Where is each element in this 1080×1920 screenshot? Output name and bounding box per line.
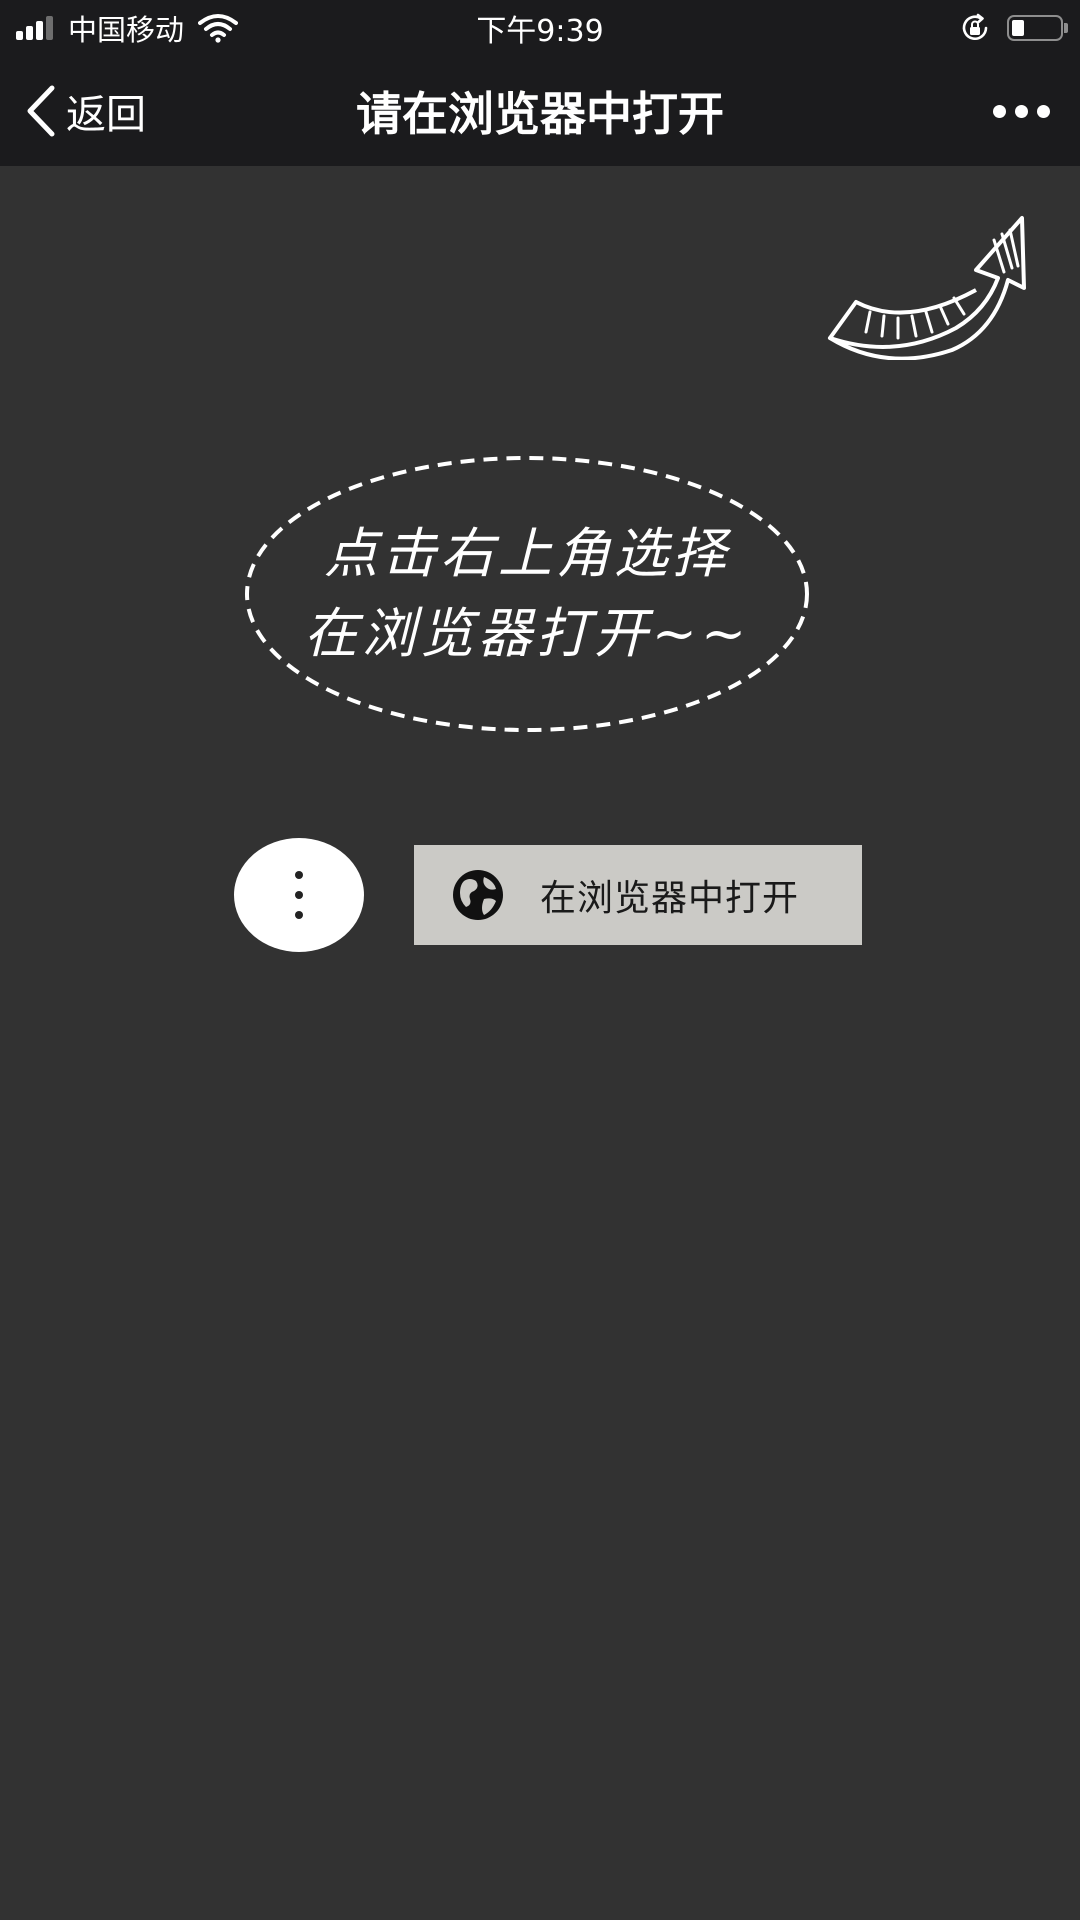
instruction-line-1: 点击右上角选择 xyxy=(324,522,730,585)
instruction-line-2: 在浏览器打开~~ xyxy=(303,602,751,665)
back-label: 返回 xyxy=(66,92,146,138)
status-right xyxy=(959,0,1068,56)
curved-arrow-icon xyxy=(828,216,1026,360)
orientation-lock-icon xyxy=(962,13,988,41)
battery-tip xyxy=(1064,23,1068,33)
status-bar: 中国移动 下午9:39 xyxy=(0,0,1080,56)
battery-icon xyxy=(1007,15,1063,41)
vertical-dots-icon xyxy=(234,838,364,952)
more-dots-icon[interactable] xyxy=(984,56,1050,166)
open-in-browser-button[interactable]: 在浏览器中打开 xyxy=(414,845,862,945)
globe-icon xyxy=(453,870,503,920)
instruction-bubble: 点击右上角选择 在浏览器打开~~ xyxy=(244,455,810,733)
battery-fill xyxy=(1012,20,1024,36)
status-time: 下午9:39 xyxy=(476,14,604,49)
chevron-left-icon xyxy=(27,85,55,137)
nav-bar: 返回 请在浏览器中打开 xyxy=(0,56,1080,166)
back-button[interactable]: 返回 xyxy=(24,56,146,166)
page-title: 请在浏览器中打开 xyxy=(356,87,724,141)
open-in-browser-label: 在浏览器中打开 xyxy=(540,878,800,919)
instruction-text: 点击右上角选择 在浏览器打开~~ xyxy=(244,455,810,733)
